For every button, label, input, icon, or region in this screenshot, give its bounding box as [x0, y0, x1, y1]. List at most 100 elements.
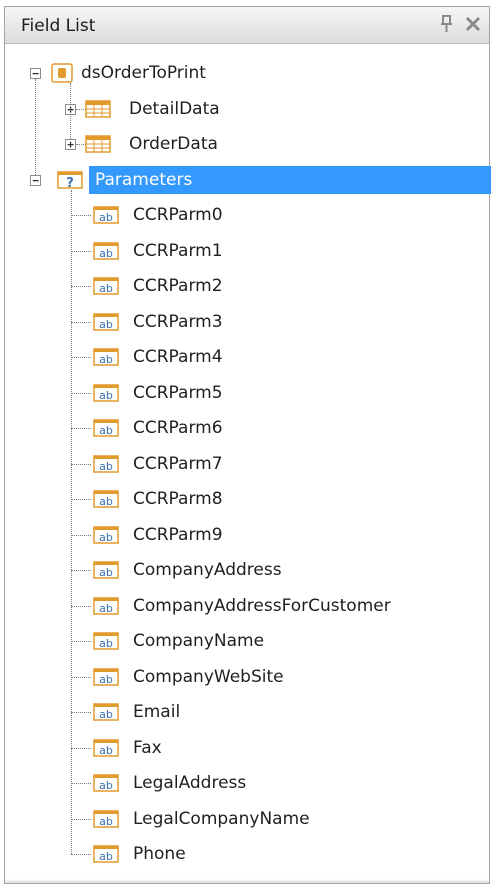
svg-text:ab: ab: [99, 424, 113, 437]
param-field-icon: ab: [93, 241, 119, 261]
param-field-icon: ab: [93, 596, 119, 616]
param-field-icon: ab: [93, 809, 119, 829]
tree-node-param[interactable]: CCRParm2: [133, 274, 223, 298]
param-field-icon: ab: [93, 560, 119, 580]
svg-text:ab: ab: [99, 389, 113, 402]
svg-text:ab: ab: [99, 318, 113, 331]
table-icon: [85, 134, 111, 154]
tree-node-param[interactable]: CCRParm7: [133, 452, 223, 476]
tree-node-param[interactable]: CCRParm6: [133, 416, 223, 440]
tree-node-param[interactable]: CompanyWebSite: [133, 665, 284, 689]
expand-toggle-icon[interactable]: +: [65, 139, 76, 150]
svg-text:ab: ab: [99, 495, 113, 508]
svg-text:ab: ab: [99, 460, 113, 473]
tree-node-orderdata[interactable]: OrderData: [129, 132, 218, 156]
tree-node-param[interactable]: CCRParm4: [133, 345, 223, 369]
tree-node-param[interactable]: CompanyAddressForCustomer: [133, 594, 391, 618]
param-field-icon: ab: [93, 383, 119, 403]
tree-connector-horizontal: [71, 747, 91, 749]
close-icon[interactable]: [462, 14, 484, 36]
tree-node-param[interactable]: CCRParm5: [133, 381, 223, 405]
tree-node-param[interactable]: CompanyName: [133, 629, 264, 653]
tree-connector-horizontal: [71, 392, 91, 394]
pin-glyph-icon: [441, 15, 452, 32]
param-field-icon: ab: [93, 738, 119, 758]
tree-connector-horizontal: [71, 428, 91, 429]
tree-node-param[interactable]: CompanyAddress: [133, 558, 282, 582]
tree-node-param[interactable]: CCRParm3: [133, 310, 223, 334]
tree-connector-horizontal: [71, 463, 91, 465]
pin-icon[interactable]: [438, 15, 456, 35]
param-field-icon: ab: [93, 418, 119, 438]
field-tree: − dsOrderToPrint + DetailData + OrderData −? Pa…: [5, 43, 491, 883]
tree-node-param[interactable]: CCRParm8: [133, 487, 223, 511]
panel-title: Field List: [21, 16, 96, 36]
tree-connector-vertical: [71, 189, 72, 854]
tree-node-param[interactable]: LegalCompanyName: [133, 807, 310, 831]
svg-text:ab: ab: [99, 602, 113, 615]
tree-node-param[interactable]: Fax: [133, 736, 162, 760]
field-list-panel: Field List − dsOrderToPrint + DetailData + Or…: [4, 6, 491, 884]
tree-connector-horizontal: [71, 605, 91, 607]
tree-connector-horizontal: [71, 676, 91, 678]
param-field-icon: ab: [93, 276, 119, 296]
close-glyph-icon: [465, 16, 481, 32]
tree-connector-horizontal: [71, 783, 91, 784]
parameters-icon: ?: [57, 170, 83, 191]
tree-connector-horizontal: [71, 321, 91, 323]
param-field-icon: ab: [93, 205, 119, 225]
svg-text:ab: ab: [99, 708, 113, 721]
svg-text:ab: ab: [99, 673, 113, 686]
svg-text:ab: ab: [99, 531, 113, 544]
tree-node-dsordertoprint[interactable]: dsOrderToPrint: [81, 61, 206, 85]
collapse-toggle-icon[interactable]: −: [30, 68, 41, 79]
param-field-icon: ab: [93, 702, 119, 722]
param-field-icon: ab: [93, 489, 119, 509]
tree-connector-horizontal: [71, 357, 91, 358]
tree-node-param[interactable]: CCRParm0: [133, 203, 223, 227]
param-field-icon: ab: [93, 525, 119, 545]
param-field-icon: ab: [93, 347, 119, 367]
tree-connector-horizontal: [71, 818, 91, 820]
tree-node-param[interactable]: Email: [133, 700, 180, 724]
param-field-icon: ab: [93, 454, 119, 474]
tree-node-param[interactable]: Phone: [133, 842, 186, 866]
svg-text:ab: ab: [99, 779, 113, 792]
tree-connector-horizontal: [71, 712, 91, 713]
panel-titlebar: Field List: [5, 7, 489, 44]
svg-text:ab: ab: [99, 744, 113, 757]
tree-connector-vertical: [70, 83, 71, 139]
svg-text:ab: ab: [99, 815, 113, 828]
tree-node-parameters[interactable]: Parameters: [95, 168, 192, 192]
svg-text:ab: ab: [99, 282, 113, 295]
svg-text:ab: ab: [99, 637, 113, 650]
tree-node-param[interactable]: LegalAddress: [133, 771, 246, 795]
tree-connector-horizontal: [71, 641, 91, 642]
tree-connector-horizontal: [71, 286, 91, 287]
collapse-toggle-icon[interactable]: −: [30, 174, 41, 186]
svg-text:ab: ab: [99, 211, 113, 224]
datasource-icon: [49, 63, 75, 83]
tree-connector-horizontal: [71, 534, 91, 536]
param-field-icon: ab: [93, 773, 119, 793]
tree-connector-vertical: [35, 79, 36, 175]
param-field-icon: ab: [93, 631, 119, 651]
param-field-icon: ab: [93, 312, 119, 332]
tree-connector-horizontal: [71, 215, 91, 216]
svg-text:ab: ab: [99, 850, 113, 863]
svg-text:ab: ab: [99, 247, 113, 260]
svg-text:?: ?: [66, 176, 74, 190]
tree-node-param[interactable]: CCRParm1: [133, 239, 223, 263]
tree-node-param[interactable]: CCRParm9: [133, 523, 223, 547]
panel-bottom-edge: [5, 879, 489, 883]
tree-connector-horizontal: [71, 854, 91, 855]
tree-node-detaildata[interactable]: DetailData: [129, 97, 220, 121]
tree-connector-horizontal: [71, 499, 91, 500]
param-field-icon: ab: [93, 844, 119, 864]
param-field-icon: ab: [93, 667, 119, 687]
tree-connector-horizontal: [71, 570, 91, 571]
svg-text:ab: ab: [99, 566, 113, 579]
table-icon: [85, 99, 111, 119]
svg-text:ab: ab: [99, 353, 113, 366]
tree-connector-horizontal: [71, 250, 91, 252]
